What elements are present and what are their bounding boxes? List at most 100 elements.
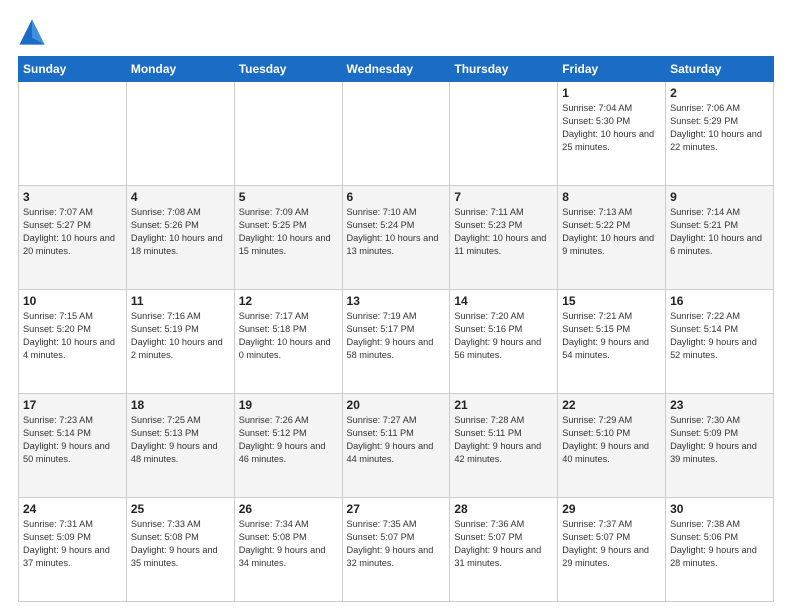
day-number: 28 [454,502,553,516]
calendar-week-2: 10 Sunrise: 7:15 AM Sunset: 5:20 PM Dayli… [19,290,774,394]
day-info: Sunrise: 7:15 AM Sunset: 5:20 PM Dayligh… [23,310,122,362]
calendar-cell [342,82,450,186]
day-number: 27 [347,502,446,516]
day-info: Sunrise: 7:27 AM Sunset: 5:11 PM Dayligh… [347,414,446,466]
calendar-table: SundayMondayTuesdayWednesdayThursdayFrid… [18,56,774,602]
day-number: 23 [670,398,769,412]
calendar-week-0: 1 Sunrise: 7:04 AM Sunset: 5:30 PM Daylig… [19,82,774,186]
day-info: Sunrise: 7:35 AM Sunset: 5:07 PM Dayligh… [347,518,446,570]
calendar-cell: 13 Sunrise: 7:19 AM Sunset: 5:17 PM Dayli… [342,290,450,394]
day-number: 17 [23,398,122,412]
calendar-cell: 15 Sunrise: 7:21 AM Sunset: 5:15 PM Dayli… [558,290,666,394]
day-number: 13 [347,294,446,308]
day-info: Sunrise: 7:21 AM Sunset: 5:15 PM Dayligh… [562,310,661,362]
day-number: 10 [23,294,122,308]
day-info: Sunrise: 7:22 AM Sunset: 5:14 PM Dayligh… [670,310,769,362]
calendar-cell: 27 Sunrise: 7:35 AM Sunset: 5:07 PM Dayli… [342,498,450,602]
day-info: Sunrise: 7:09 AM Sunset: 5:25 PM Dayligh… [239,206,338,258]
calendar-header-monday: Monday [126,57,234,82]
calendar-cell: 25Sunrise: 7:33 AM Sunset: 5:08 PM Dayli… [126,498,234,602]
day-number: 14 [454,294,553,308]
calendar-header-sunday: Sunday [19,57,127,82]
calendar-cell: 6 Sunrise: 7:10 AM Sunset: 5:24 PM Daylig… [342,186,450,290]
day-number: 20 [347,398,446,412]
calendar-cell [19,82,127,186]
day-info: Sunrise: 7:26 AM Sunset: 5:12 PM Dayligh… [239,414,338,466]
calendar-header-thursday: Thursday [450,57,558,82]
day-number: 5 [239,190,338,204]
calendar-cell: 23 Sunrise: 7:30 AM Sunset: 5:09 PM Dayli… [666,394,774,498]
day-number: 30 [670,502,769,516]
day-info: Sunrise: 7:36 AM Sunset: 5:07 PM Dayligh… [454,518,553,570]
day-info: Sunrise: 7:16 AM Sunset: 5:19 PM Dayligh… [131,310,230,362]
day-info: Sunrise: 7:23 AM Sunset: 5:14 PM Dayligh… [23,414,122,466]
calendar-header-saturday: Saturday [666,57,774,82]
day-info: Sunrise: 7:31 AM Sunset: 5:09 PM Dayligh… [23,518,122,570]
day-info: Sunrise: 7:37 AM Sunset: 5:07 PM Dayligh… [562,518,661,570]
calendar-cell [126,82,234,186]
day-number: 15 [562,294,661,308]
day-number: 19 [239,398,338,412]
day-number: 6 [347,190,446,204]
day-info: Sunrise: 7:11 AM Sunset: 5:23 PM Dayligh… [454,206,553,258]
day-info: Sunrise: 7:28 AM Sunset: 5:11 PM Dayligh… [454,414,553,466]
calendar-cell: 29 Sunrise: 7:37 AM Sunset: 5:07 PM Dayli… [558,498,666,602]
logo-icon [18,18,46,46]
calendar-cell: 5 Sunrise: 7:09 AM Sunset: 5:25 PM Daylig… [234,186,342,290]
day-number: 26 [239,502,338,516]
day-number: 1 [562,86,661,100]
calendar-cell: 3Sunrise: 7:07 AM Sunset: 5:27 PM Daylig… [19,186,127,290]
day-info: Sunrise: 7:34 AM Sunset: 5:08 PM Dayligh… [239,518,338,570]
page: SundayMondayTuesdayWednesdayThursdayFrid… [0,0,792,612]
day-number: 12 [239,294,338,308]
calendar-week-3: 17 Sunrise: 7:23 AM Sunset: 5:14 PM Dayli… [19,394,774,498]
calendar-cell: 26 Sunrise: 7:34 AM Sunset: 5:08 PM Dayli… [234,498,342,602]
calendar-week-1: 3Sunrise: 7:07 AM Sunset: 5:27 PM Daylig… [19,186,774,290]
calendar-cell [234,82,342,186]
calendar-header-wednesday: Wednesday [342,57,450,82]
day-info: Sunrise: 7:04 AM Sunset: 5:30 PM Dayligh… [562,102,661,154]
calendar-header-tuesday: Tuesday [234,57,342,82]
day-info: Sunrise: 7:17 AM Sunset: 5:18 PM Dayligh… [239,310,338,362]
calendar-cell: 20 Sunrise: 7:27 AM Sunset: 5:11 PM Dayli… [342,394,450,498]
calendar-cell: 9Sunrise: 7:14 AM Sunset: 5:21 PM Daylig… [666,186,774,290]
day-info: Sunrise: 7:08 AM Sunset: 5:26 PM Dayligh… [131,206,230,258]
day-info: Sunrise: 7:13 AM Sunset: 5:22 PM Dayligh… [562,206,661,258]
calendar-cell: 4 Sunrise: 7:08 AM Sunset: 5:26 PM Daylig… [126,186,234,290]
day-number: 4 [131,190,230,204]
header [18,18,774,46]
day-info: Sunrise: 7:25 AM Sunset: 5:13 PM Dayligh… [131,414,230,466]
calendar-header-friday: Friday [558,57,666,82]
day-info: Sunrise: 7:14 AM Sunset: 5:21 PM Dayligh… [670,206,769,258]
day-number: 7 [454,190,553,204]
day-info: Sunrise: 7:10 AM Sunset: 5:24 PM Dayligh… [347,206,446,258]
calendar-cell: 24 Sunrise: 7:31 AM Sunset: 5:09 PM Dayli… [19,498,127,602]
day-info: Sunrise: 7:38 AM Sunset: 5:06 PM Dayligh… [670,518,769,570]
logo [18,18,50,46]
day-number: 2 [670,86,769,100]
day-info: Sunrise: 7:33 AM Sunset: 5:08 PM Dayligh… [131,518,230,570]
calendar-cell [450,82,558,186]
calendar-cell: 30 Sunrise: 7:38 AM Sunset: 5:06 PM Dayli… [666,498,774,602]
day-info: Sunrise: 7:30 AM Sunset: 5:09 PM Dayligh… [670,414,769,466]
calendar-cell: 12 Sunrise: 7:17 AM Sunset: 5:18 PM Dayli… [234,290,342,394]
day-number: 22 [562,398,661,412]
day-number: 16 [670,294,769,308]
day-number: 29 [562,502,661,516]
day-info: Sunrise: 7:07 AM Sunset: 5:27 PM Dayligh… [23,206,122,258]
calendar-cell: 10 Sunrise: 7:15 AM Sunset: 5:20 PM Dayli… [19,290,127,394]
calendar-cell: 7 Sunrise: 7:11 AM Sunset: 5:23 PM Daylig… [450,186,558,290]
day-number: 21 [454,398,553,412]
calendar-cell: 11Sunrise: 7:16 AM Sunset: 5:19 PM Dayli… [126,290,234,394]
day-info: Sunrise: 7:20 AM Sunset: 5:16 PM Dayligh… [454,310,553,362]
day-number: 18 [131,398,230,412]
day-number: 24 [23,502,122,516]
calendar-cell: 18 Sunrise: 7:25 AM Sunset: 5:13 PM Dayli… [126,394,234,498]
calendar-cell: 22Sunrise: 7:29 AM Sunset: 5:10 PM Dayli… [558,394,666,498]
calendar-week-4: 24 Sunrise: 7:31 AM Sunset: 5:09 PM Dayli… [19,498,774,602]
day-info: Sunrise: 7:19 AM Sunset: 5:17 PM Dayligh… [347,310,446,362]
calendar-cell: 17 Sunrise: 7:23 AM Sunset: 5:14 PM Dayli… [19,394,127,498]
calendar-cell: 1 Sunrise: 7:04 AM Sunset: 5:30 PM Daylig… [558,82,666,186]
calendar-cell: 14 Sunrise: 7:20 AM Sunset: 5:16 PM Dayli… [450,290,558,394]
calendar-cell: 21 Sunrise: 7:28 AM Sunset: 5:11 PM Dayli… [450,394,558,498]
